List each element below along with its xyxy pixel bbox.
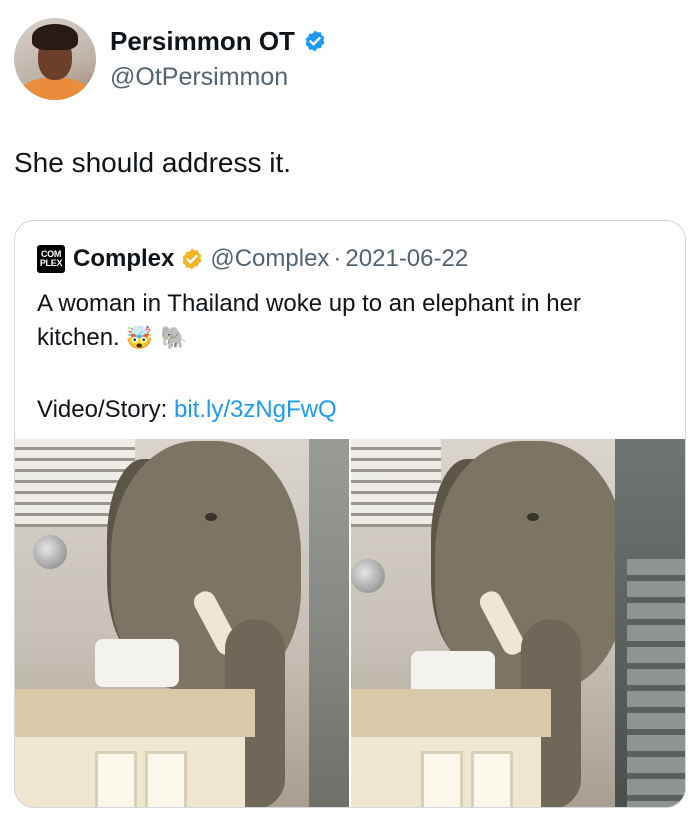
emoji-icons: 🤯 🐘: [125, 326, 188, 351]
tweet-header: Persimmon OT @OtPersimmon: [14, 18, 327, 100]
story-line: Video/Story: bit.ly/3zNgFwQ: [37, 393, 337, 427]
tweet-text: She should address it.: [14, 147, 292, 178]
gold-verified-badge-icon: [182, 248, 202, 270]
media-grid[interactable]: [15, 439, 685, 807]
story-link[interactable]: bit.ly/3zNgFwQ: [174, 396, 337, 423]
complex-logo-icon: COM PLEX: [37, 245, 65, 273]
quoted-tweet-card[interactable]: COM PLEX Complex @Complex · 2021-06-22 A…: [14, 220, 686, 808]
quoted-tweet-header: COM PLEX Complex @Complex · 2021-06-22: [37, 245, 468, 273]
quoted-handle[interactable]: @Complex: [210, 245, 329, 273]
separator-dot: ·: [333, 245, 342, 272]
media-image-2[interactable]: [351, 439, 685, 807]
quoted-tweet-text: A woman in Thailand woke up to an elepha…: [37, 290, 581, 351]
author-display-name[interactable]: Persimmon OT: [110, 25, 295, 57]
quoted-date[interactable]: 2021-06-22: [345, 245, 468, 273]
media-image-1[interactable]: [15, 439, 349, 807]
quoted-display-name[interactable]: Complex: [73, 245, 174, 273]
verified-badge-icon: [305, 30, 325, 52]
avatar[interactable]: [14, 18, 96, 100]
story-label: Video/Story:: [37, 396, 168, 423]
author-handle[interactable]: @OtPersimmon: [110, 61, 327, 93]
